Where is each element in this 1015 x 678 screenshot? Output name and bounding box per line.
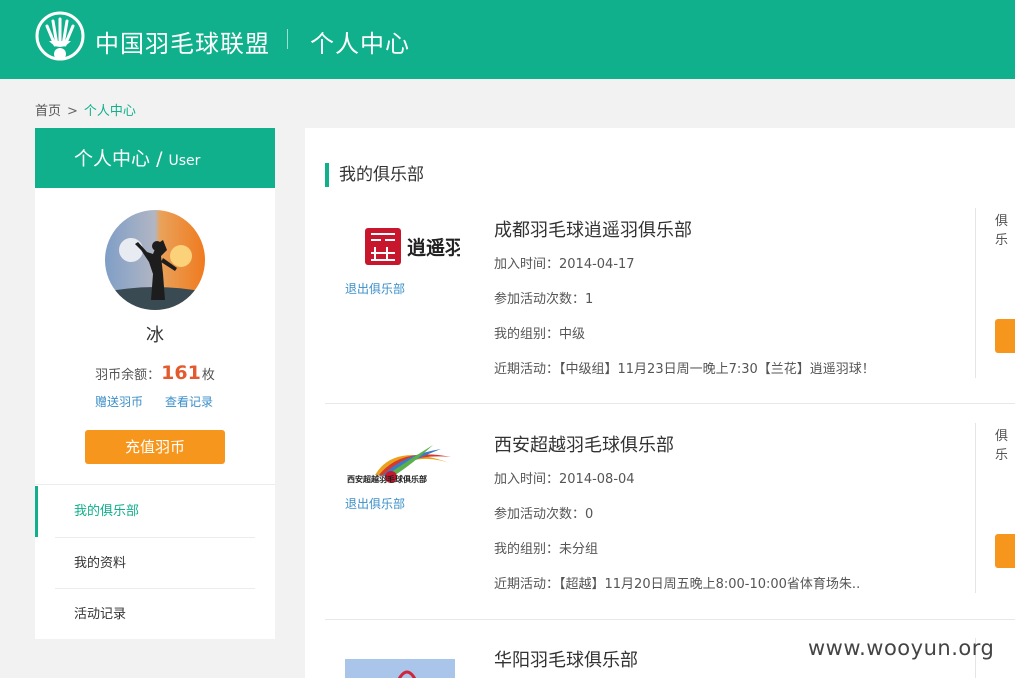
club-recent-activity[interactable]: 近期活动：【超越】11月20日周五晚上8:00-10:00省体育场朱.. <box>494 573 860 592</box>
main-panel: 我的俱乐部 逍遥羽 退出俱乐部 成都羽毛球逍遥羽俱乐部 加入时间：2014-04… <box>305 128 1015 678</box>
watermark: www.wooyun.org <box>808 636 995 660</box>
avatar[interactable] <box>105 210 205 310</box>
coin-balance-unit: 枚 <box>201 368 215 383</box>
sidebar-header: 个人中心 / User <box>35 128 275 188</box>
club-group: 我的组别：中级 <box>494 327 586 342</box>
sidebar-title: 个人中心 <box>74 148 151 170</box>
club-separator <box>325 403 1015 404</box>
username: 冰 <box>146 325 164 346</box>
top-header: 中国羽毛球联盟 个人中心 <box>0 0 1015 79</box>
club-name[interactable]: 华阳羽毛球俱乐部 <box>494 646 638 672</box>
quit-club-link[interactable]: 退出俱乐部 <box>345 495 405 512</box>
club-join-date: 加入时间：2014-08-04 <box>494 472 635 487</box>
section-title: 我的俱乐部 <box>325 163 424 187</box>
club-activity-count: 参加活动次数：0 <box>494 507 594 522</box>
club-separator <box>325 619 1015 620</box>
club-group: 我的组别：未分组 <box>494 542 599 557</box>
breadcrumb-home[interactable]: 首页 <box>35 104 61 119</box>
club-logo[interactable] <box>345 659 455 678</box>
club-logo-text: 西安超越羽毛球俱乐部 <box>347 474 427 484</box>
club-logo[interactable]: 逍遥羽 <box>345 220 460 280</box>
header-page-name: 个人中心 <box>310 30 410 58</box>
club-action-button[interactable] <box>995 534 1015 568</box>
view-records-link[interactable]: 查看记录 <box>165 395 213 409</box>
club-recent-activity[interactable]: 近期活动：【中级组】11月23日周一晚上7:30【兰花】逍遥羽球！ <box>494 358 875 377</box>
club-name[interactable]: 西安超越羽毛球俱乐部 <box>494 431 674 457</box>
club-name[interactable]: 成都羽毛球逍遥羽俱乐部 <box>494 216 692 242</box>
club-divider <box>975 423 976 593</box>
header-divider <box>287 29 288 49</box>
coin-links: 赠送羽币 查看记录 <box>95 393 235 410</box>
coin-balance-label: 羽币余额： <box>95 368 161 383</box>
shuttlecock-logo-icon[interactable] <box>35 11 85 65</box>
user-sidebar: 个人中心 / User 冰 羽币余额：161枚 赠送羽币 查看记录 充值羽币 我的… <box>35 128 275 639</box>
breadcrumb-current: 个人中心 <box>83 104 136 119</box>
club-join-date: 加入时间：2014-04-17 <box>494 257 635 272</box>
quit-club-link[interactable]: 退出俱乐部 <box>345 280 405 297</box>
breadcrumb: 首页 > 个人中心 <box>35 100 136 119</box>
recharge-button[interactable]: 充值羽币 <box>85 430 225 464</box>
club-logo-text: 逍遥羽 <box>407 236 460 259</box>
sidebar-item-activity-records[interactable]: 活动记录 <box>35 589 275 640</box>
club-divider <box>975 208 976 378</box>
club-side-label: 俱乐 <box>995 214 1009 248</box>
sidebar-item-my-clubs[interactable]: 我的俱乐部 <box>35 486 275 537</box>
club-side-label: 俱乐 <box>995 429 1009 463</box>
sidebar-divider <box>35 484 275 485</box>
sidebar-item-my-profile[interactable]: 我的资料 <box>35 538 275 589</box>
sidebar-title-slash: / <box>156 148 163 170</box>
site-name[interactable]: 中国羽毛球联盟 <box>95 24 270 59</box>
club-activity-count: 参加活动次数：1 <box>494 292 594 307</box>
sidebar-title-en: User <box>168 153 201 169</box>
breadcrumb-separator: > <box>67 104 78 119</box>
coin-balance-value: 161 <box>161 362 201 384</box>
gift-coins-link[interactable]: 赠送羽币 <box>95 395 143 409</box>
club-action-button[interactable] <box>995 319 1015 353</box>
coin-balance: 羽币余额：161枚 <box>35 362 275 384</box>
club-logo[interactable]: 西安超越羽毛球俱乐部 <box>345 435 460 495</box>
